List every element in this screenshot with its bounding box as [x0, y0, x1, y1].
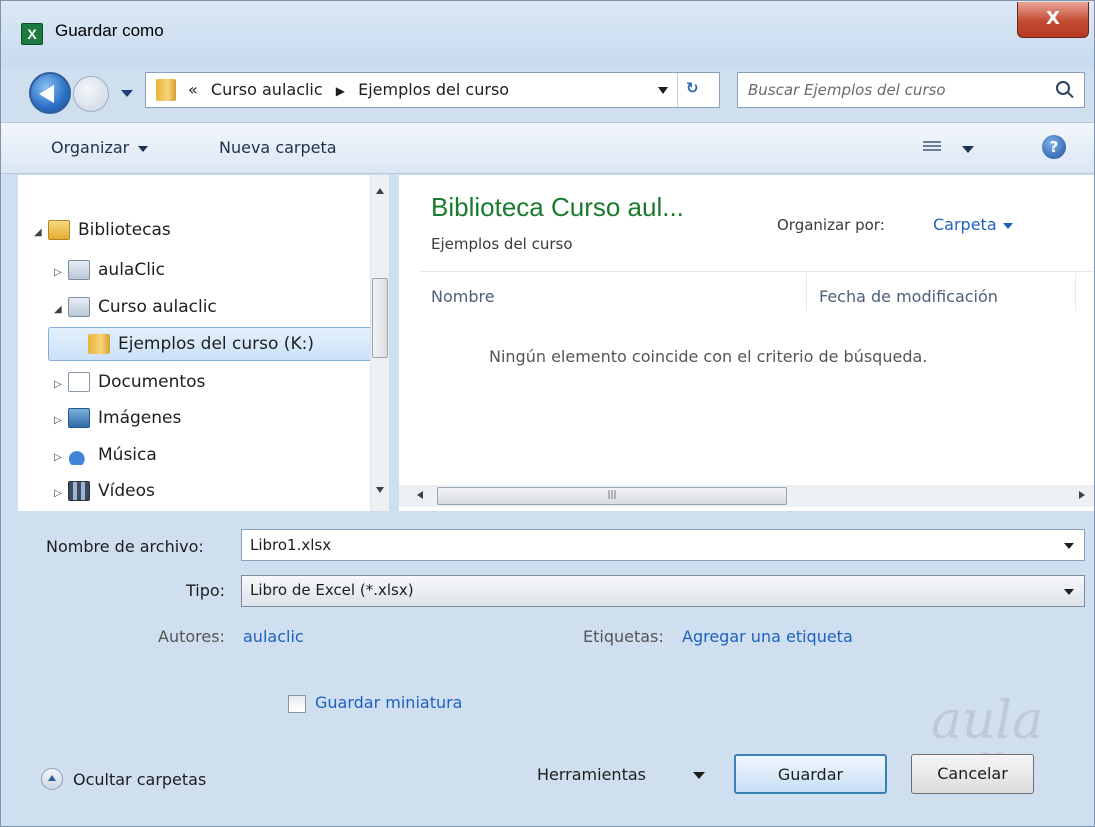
collapsed-arrow-icon[interactable]: ▷: [54, 442, 68, 474]
file-type-label: Tipo:: [186, 581, 226, 600]
search-input[interactable]: [748, 78, 1048, 102]
column-header-name[interactable]: Nombre: [431, 287, 495, 306]
pictures-icon: [68, 408, 90, 428]
documents-icon: [68, 372, 90, 392]
music-icon: [68, 445, 90, 465]
tags-label: Etiquetas:: [583, 627, 664, 646]
library-icon: [68, 260, 90, 280]
library-subtitle: Ejemplos del curso: [431, 235, 573, 253]
folder-icon: [156, 79, 176, 101]
tree-item-label: Imágenes: [98, 408, 182, 428]
tree-item-label: Ejemplos del curso (K:): [118, 334, 314, 354]
watermark-logo: aula: [931, 691, 1044, 751]
empty-state-message: Ningún elemento coincide con el criterio…: [489, 347, 928, 366]
tree-item-ejemplos-del-curso[interactable]: Ejemplos del curso (K:): [88, 328, 314, 360]
filename-input[interactable]: [250, 534, 1030, 556]
breadcrumb-item-curso-aulaclic[interactable]: Curso aulaclic: [211, 80, 323, 99]
filename-label: Nombre de archivo:: [46, 537, 204, 556]
collapsed-arrow-icon[interactable]: ▷: [54, 478, 68, 510]
column-divider[interactable]: [806, 273, 807, 311]
column-divider[interactable]: [1075, 273, 1076, 311]
tree-item-label: Vídeos: [98, 481, 155, 501]
libraries-icon: [48, 220, 70, 240]
save-thumbnail-label[interactable]: Guardar miniatura: [315, 693, 462, 712]
add-tag-link[interactable]: Agregar una etiqueta: [682, 627, 853, 646]
window-title: Guardar como: [55, 21, 164, 40]
file-type-value: Libro de Excel (*.xlsx): [250, 581, 414, 599]
new-folder-button[interactable]: Nueva carpeta: [219, 138, 337, 157]
arrange-by-label: Organizar por:: [777, 216, 885, 234]
address-dropdown-icon[interactable]: [658, 87, 668, 94]
title-bar: X Guardar como X: [1, 1, 1094, 67]
tree-item-label: Documentos: [98, 372, 206, 392]
collapsed-arrow-icon[interactable]: ▷: [54, 257, 68, 289]
file-type-dropdown-icon[interactable]: [1064, 589, 1074, 595]
search-box[interactable]: [737, 72, 1085, 108]
hide-folders-button[interactable]: Ocultar carpetas: [73, 770, 206, 789]
excel-icon: X: [21, 23, 43, 45]
tree-item-curso-aulaclic[interactable]: ◢ Curso aulaclic: [54, 291, 217, 323]
scroll-thumb[interactable]: |||: [437, 487, 787, 505]
address-divider: [677, 73, 678, 107]
tree-item-label: Música: [98, 445, 157, 465]
tree-item-bibliotecas[interactable]: ◢ Bibliotecas: [34, 214, 171, 246]
refresh-icon[interactable]: ↻: [686, 79, 710, 101]
tree-item-aulaclic[interactable]: ▷ aulaClic: [54, 254, 165, 286]
filename-field[interactable]: [241, 529, 1085, 561]
close-button[interactable]: X: [1017, 2, 1089, 38]
content-pane: Biblioteca Curso aul... Ejemplos del cur…: [399, 175, 1094, 511]
command-bar: Organizar Nueva carpeta ?: [1, 122, 1094, 174]
library-icon: [68, 297, 90, 317]
save-thumbnail-checkbox[interactable]: [288, 695, 306, 713]
library-title: Biblioteca Curso aul...: [431, 192, 684, 222]
column-header-divider: [419, 271, 1094, 272]
column-header-date[interactable]: Fecha de modificación: [819, 287, 998, 306]
tree-item-label: Bibliotecas: [78, 220, 171, 240]
recent-pages-dropdown[interactable]: [121, 90, 133, 97]
tree-item-label: Curso aulaclic: [98, 297, 217, 317]
hide-folders-icon[interactable]: [41, 768, 63, 790]
authors-label: Autores:: [158, 627, 225, 646]
navigation-scrollbar[interactable]: [370, 175, 389, 511]
save-button[interactable]: Guardar: [734, 754, 887, 794]
breadcrumb-item-ejemplos[interactable]: Ejemplos del curso: [358, 80, 509, 99]
tree-item-imagenes[interactable]: ▷ Imágenes: [54, 402, 181, 434]
address-bar[interactable]: « Curso aulaclic ▶ Ejemplos del curso ↻: [145, 72, 720, 108]
breadcrumb-separator-icon[interactable]: ▶: [336, 84, 345, 98]
scroll-up-icon[interactable]: [376, 188, 384, 194]
navigation-pane: ◢ Bibliotecas ▷ aulaClic ◢ Curso aulaclic E…: [18, 175, 389, 511]
tree-item-musica[interactable]: ▷ Música: [54, 439, 157, 471]
tree-item-label: aulaClic: [98, 260, 165, 280]
view-dropdown-icon[interactable]: [962, 146, 974, 153]
tree-item-documentos[interactable]: ▷ Documentos: [54, 366, 205, 398]
folder-icon: [88, 334, 110, 354]
scroll-down-icon[interactable]: [376, 487, 384, 493]
forward-button[interactable]: [73, 76, 109, 112]
expanded-arrow-icon[interactable]: ◢: [34, 217, 48, 249]
back-button[interactable]: [29, 72, 71, 114]
expanded-arrow-icon[interactable]: ◢: [54, 294, 68, 326]
save-as-dialog: X Guardar como X « Curso aulaclic ▶ Ejem…: [0, 0, 1095, 827]
arrange-by-dropdown[interactable]: Carpeta: [933, 215, 1013, 234]
collapsed-arrow-icon[interactable]: ▷: [54, 405, 68, 437]
scroll-thumb[interactable]: [372, 278, 388, 358]
breadcrumb: « Curso aulaclic ▶ Ejemplos del curso: [188, 80, 509, 99]
collapsed-arrow-icon[interactable]: ▷: [54, 369, 68, 401]
scroll-left-icon[interactable]: [417, 491, 423, 499]
search-icon[interactable]: [1056, 81, 1070, 95]
tools-menu[interactable]: Herramientas: [537, 765, 646, 784]
tree-item-videos[interactable]: ▷ Vídeos: [54, 475, 155, 507]
videos-icon: [68, 481, 90, 501]
filename-dropdown-icon[interactable]: [1064, 543, 1074, 549]
cancel-button[interactable]: Cancelar: [911, 754, 1034, 794]
content-horizontal-scrollbar[interactable]: |||: [399, 485, 1094, 507]
view-options-icon[interactable]: [923, 139, 941, 155]
organize-menu[interactable]: Organizar: [51, 138, 148, 157]
help-icon[interactable]: ?: [1042, 135, 1066, 159]
breadcrumb-overflow[interactable]: «: [188, 80, 198, 99]
authors-link[interactable]: aulaclic: [243, 627, 304, 646]
file-type-select[interactable]: Libro de Excel (*.xlsx): [241, 575, 1085, 607]
tools-dropdown-icon[interactable]: [693, 772, 705, 779]
scroll-right-icon[interactable]: [1079, 491, 1085, 499]
